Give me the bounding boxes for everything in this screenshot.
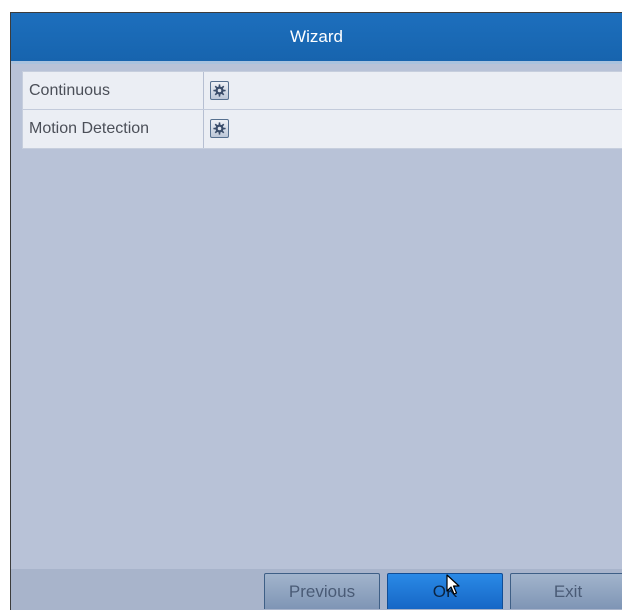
record-mode-label: Motion Detection xyxy=(23,110,204,148)
record-mode-action-cell xyxy=(204,110,622,148)
exit-button[interactable]: Exit xyxy=(510,573,622,609)
record-mode-label: Continuous xyxy=(23,72,204,109)
gear-icon xyxy=(213,84,226,97)
mouse-pointer-icon xyxy=(446,574,460,595)
ok-button[interactable]: OK xyxy=(387,573,503,609)
continuous-settings-button[interactable] xyxy=(210,81,229,100)
button-bar: Previous OK Exit xyxy=(11,569,622,610)
gear-icon xyxy=(213,122,226,135)
motion-detection-settings-button[interactable] xyxy=(210,119,229,138)
record-mode-table: Continuous Motion Detection xyxy=(22,71,622,149)
title-divider xyxy=(11,61,622,64)
table-row: Continuous xyxy=(23,72,622,110)
window-title: Wizard xyxy=(11,13,622,61)
wizard-window: Wizard Continuous Motion Detection Previ… xyxy=(10,12,622,610)
table-row: Motion Detection xyxy=(23,110,622,148)
record-mode-action-cell xyxy=(204,72,622,109)
previous-button[interactable]: Previous xyxy=(264,573,380,609)
